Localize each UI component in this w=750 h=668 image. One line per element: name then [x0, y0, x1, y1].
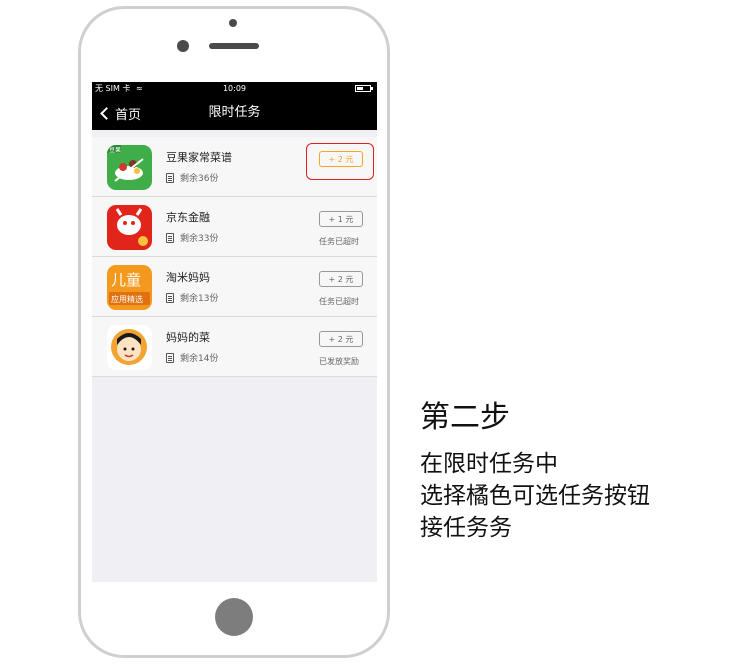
- battery-icon: [355, 85, 371, 92]
- doudou-app-icon: 豆果: [107, 145, 152, 190]
- task-name: 淘米妈妈: [166, 271, 210, 284]
- reward-button[interactable]: + 1 元: [319, 211, 363, 227]
- home-button[interactable]: [215, 598, 253, 636]
- caption-line: 接任务务: [420, 515, 512, 541]
- front-camera: [229, 19, 237, 27]
- earpiece-speaker: [209, 43, 259, 49]
- reward-button[interactable]: + 2 元: [319, 151, 363, 167]
- task-remaining: 剩余33份: [166, 231, 218, 244]
- remaining-text: 剩余33份: [180, 234, 219, 244]
- document-icon: [166, 172, 174, 183]
- task-remaining: 剩余36份: [166, 171, 218, 184]
- task-status: 已发放奖励: [319, 357, 359, 366]
- task-remaining: 剩余13份: [166, 291, 218, 304]
- remaining-text: 剩余36份: [180, 174, 219, 184]
- jd-finance-app-icon: [107, 205, 152, 250]
- task-item-doudou[interactable]: 豆果 豆果家常菜谱 剩余36份 + 2 元: [92, 137, 377, 197]
- document-icon: [166, 292, 174, 303]
- caption-title: 第二步: [420, 400, 510, 435]
- task-item-jd-finance[interactable]: 京东金融 剩余33份 + 1 元 任务已超时: [92, 197, 377, 257]
- mama-cai-app-icon: [107, 325, 152, 370]
- caption-line: 在限时任务中: [420, 451, 558, 477]
- taomi-app-icon: 儿童 应用精选: [107, 265, 152, 310]
- task-item-taomi[interactable]: 儿童 应用精选 淘米妈妈 剩余13份 + 2 元 任务已超时: [92, 257, 377, 317]
- task-remaining: 剩余14份: [166, 351, 218, 364]
- page-title: 限时任务: [208, 105, 261, 120]
- task-name: 妈妈的菜: [166, 331, 210, 344]
- task-name: 豆果家常菜谱: [166, 151, 232, 164]
- document-icon: [166, 232, 174, 243]
- reward-button[interactable]: + 2 元: [319, 331, 363, 347]
- battery-tip: [371, 87, 373, 90]
- nav-bar: 首页 限时任务: [92, 96, 377, 130]
- task-name: 京东金融: [166, 211, 210, 224]
- task-status: 任务已超时: [319, 297, 359, 306]
- icon-badge-text: 豆果: [109, 147, 121, 154]
- reward-button[interactable]: + 2 元: [319, 271, 363, 287]
- status-time: 10:09: [222, 84, 247, 93]
- task-list: 豆果 豆果家常菜谱 剩余36份 + 2 元 京东金融 剩余33份 + 1 元 任…: [92, 137, 377, 377]
- document-icon: [166, 352, 174, 363]
- proximity-sensor: [177, 40, 189, 52]
- caption-line: 选择橘色可选任务按钮: [420, 483, 650, 509]
- icon-badge-text: 儿童: [111, 271, 141, 289]
- task-status: 任务已超时: [319, 237, 359, 246]
- remaining-text: 剩余13份: [180, 294, 219, 304]
- phone-screen: 无 SIM 卡 ≈ 10:09 首页 限时任务 豆果 豆果家常菜谱 剩余36份 …: [92, 82, 377, 582]
- icon-subtext: 应用精选: [111, 294, 143, 304]
- status-bar: 无 SIM 卡 ≈ 10:09: [92, 82, 377, 96]
- task-item-mama-cai[interactable]: 妈妈的菜 剩余14份 + 2 元 已发放奖励: [92, 317, 377, 377]
- instruction-caption: 第二步 在限时任务中 选择橘色可选任务按钮 接任务务: [420, 398, 650, 544]
- remaining-text: 剩余14份: [180, 354, 219, 364]
